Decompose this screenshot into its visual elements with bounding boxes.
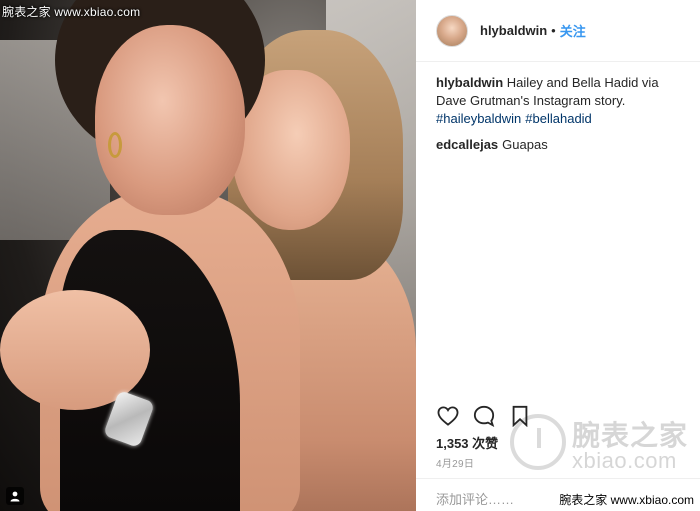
heart-icon[interactable] bbox=[436, 404, 460, 428]
post-caption: hlybaldwin Hailey and Bella Hadid via Da… bbox=[416, 62, 700, 110]
comment-bubble-icon[interactable] bbox=[472, 404, 496, 428]
post-date: 4月29日 bbox=[436, 459, 475, 470]
post-photo[interactable]: 腕表之家 www.xbiao.com bbox=[0, 0, 416, 511]
photo-figure-left-face bbox=[95, 25, 245, 215]
post-header: hlybaldwin • 关注 bbox=[416, 0, 700, 62]
follow-button[interactable]: 关注 bbox=[560, 21, 586, 40]
header-separator: • bbox=[551, 23, 556, 38]
comment-username[interactable]: edcallejas bbox=[436, 137, 498, 152]
photo-earring bbox=[108, 132, 122, 158]
watermark-top: 腕表之家 www.xbiao.com bbox=[2, 5, 141, 19]
comment-text: Guapas bbox=[502, 137, 548, 152]
post-actions bbox=[436, 403, 684, 429]
bookmark-icon[interactable] bbox=[508, 404, 532, 428]
watermark-bottom: 腕表之家 www.xbiao.com bbox=[557, 491, 696, 508]
hashtag-link[interactable]: #haileybaldwin bbox=[436, 111, 521, 126]
hashtag-link[interactable]: #bellahadid bbox=[525, 111, 592, 126]
avatar[interactable] bbox=[436, 14, 468, 47]
like-count[interactable]: 1,353 次赞 bbox=[436, 433, 498, 452]
caption-username[interactable]: hlybaldwin bbox=[436, 75, 503, 90]
comment-item: edcallejas Guapas bbox=[416, 128, 700, 154]
header-username[interactable]: hlybaldwin bbox=[480, 23, 547, 38]
hashtag-list: #haileybaldwin #bellahadid bbox=[416, 110, 700, 128]
user-tag-icon[interactable] bbox=[6, 487, 24, 505]
